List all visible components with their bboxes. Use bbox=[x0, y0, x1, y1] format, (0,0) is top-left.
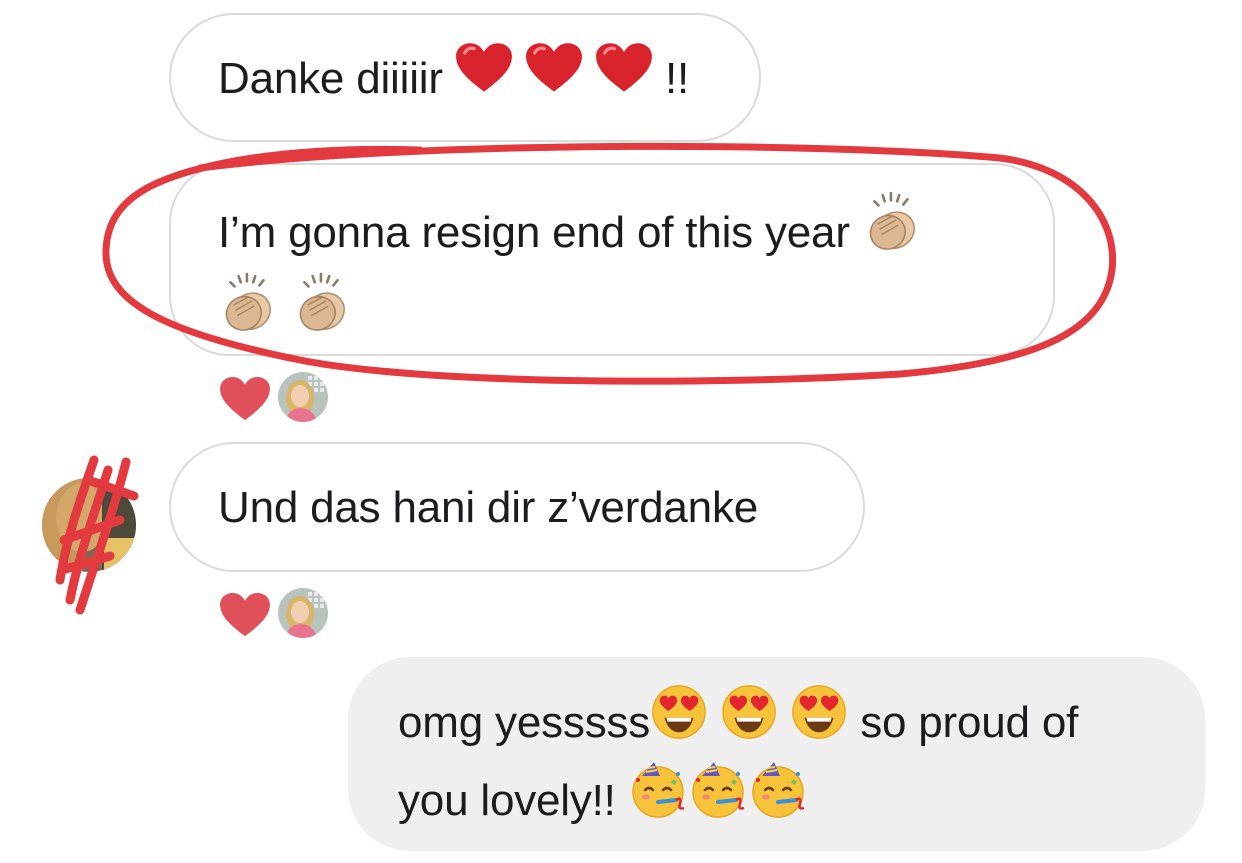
partying-face-emoji bbox=[748, 760, 808, 839]
heart-eyes-emoji bbox=[790, 683, 848, 760]
incoming-message-bubble[interactable]: Und das hani dir z’verdanke bbox=[169, 442, 865, 572]
heart-eyes-emoji bbox=[720, 683, 778, 760]
red-heart-emoji bbox=[455, 42, 513, 113]
message-text: Danke diiiiir bbox=[218, 54, 443, 104]
message-reactions[interactable] bbox=[218, 586, 338, 642]
incoming-message-bubble[interactable]: Danke diiiiir !! bbox=[169, 13, 761, 142]
sender-avatar[interactable] bbox=[42, 478, 136, 572]
clapping-hands-emoji bbox=[218, 272, 280, 353]
heart-reaction-icon bbox=[218, 376, 272, 422]
message-text: so proud of bbox=[860, 698, 1079, 748]
incoming-message-bubble[interactable]: I’m gonna resign end of this year bbox=[169, 163, 1055, 356]
message-text-suffix: !! bbox=[664, 54, 689, 104]
partying-face-emoji bbox=[688, 760, 748, 839]
message-text: omg yesssss bbox=[398, 698, 651, 748]
clapping-hands-emoji bbox=[862, 191, 924, 272]
heart-reaction-icon bbox=[218, 592, 272, 638]
red-heart-emoji bbox=[525, 42, 583, 113]
reactor-avatar bbox=[276, 586, 330, 640]
message-reactions[interactable] bbox=[218, 370, 338, 426]
message-text: you lovely!! bbox=[398, 776, 616, 826]
reactor-avatar bbox=[276, 370, 330, 424]
message-text: I’m gonna resign end of this year bbox=[218, 208, 850, 258]
partying-face-emoji bbox=[628, 760, 688, 839]
message-text: Und das hani dir z’verdanke bbox=[218, 483, 759, 532]
red-heart-emoji bbox=[595, 42, 653, 113]
clapping-hands-emoji bbox=[292, 272, 354, 353]
heart-eyes-emoji bbox=[650, 683, 708, 760]
outgoing-message-bubble[interactable]: omg yesssss so proud of you lovely!! bbox=[348, 657, 1205, 851]
